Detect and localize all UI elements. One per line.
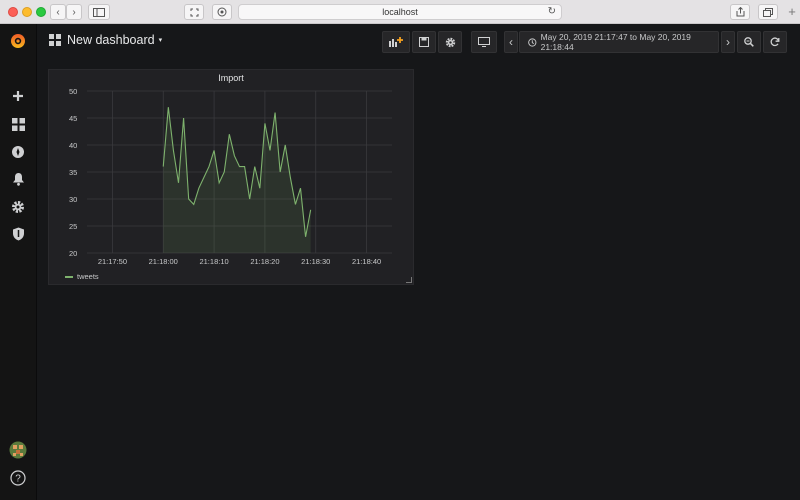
- dashboard-settings-button[interactable]: [438, 31, 462, 53]
- time-range-label: May 20, 2019 21:17:47 to May 20, 2019 21…: [540, 32, 691, 52]
- sidebar: ?: [0, 24, 37, 500]
- tab-overview-button[interactable]: [758, 4, 778, 20]
- close-window-button[interactable]: [8, 7, 18, 17]
- x-tick-label: 21:18:00: [149, 257, 178, 266]
- y-tick-label: 25: [69, 222, 77, 231]
- back-button[interactable]: ‹: [50, 4, 66, 20]
- legend-series-label[interactable]: tweets: [77, 272, 99, 281]
- y-tick-label: 20: [69, 249, 77, 258]
- line-chart: 50 45 40 35 30 25 20 21:17:50 21:18:00 21:18:10 21…: [69, 87, 392, 266]
- reload-icon[interactable]: ↻: [548, 6, 556, 17]
- forward-button[interactable]: ›: [66, 4, 82, 20]
- dashboards-icon[interactable]: [9, 115, 27, 133]
- plus-icon[interactable]: [9, 87, 27, 105]
- dashboard-header: New dashboard ▾ ‹ May 20, 2019 21:17:47 …: [37, 24, 800, 60]
- dashboard-picker[interactable]: New dashboard ▾: [49, 33, 162, 47]
- browser-toolbar: ‹ › localhost ↻ +: [0, 0, 800, 24]
- user-avatar[interactable]: [9, 441, 27, 459]
- time-shift-back-button[interactable]: ‹: [504, 31, 518, 53]
- graph-panel[interactable]: Import 50 45 40 35 30 25 20 21:17:50 21:18:00 21:…: [48, 69, 414, 285]
- sidebar-toggle-button[interactable]: [88, 4, 110, 20]
- refresh-icon: [770, 37, 780, 47]
- bell-icon[interactable]: [9, 170, 27, 188]
- zoom-out-button[interactable]: [737, 31, 761, 53]
- explore-icon[interactable]: [9, 143, 27, 161]
- tv-mode-button[interactable]: [471, 31, 497, 53]
- privacy-report-button[interactable]: [212, 4, 232, 20]
- x-tick-label: 21:18:20: [250, 257, 279, 266]
- y-tick-label: 40: [69, 141, 77, 150]
- x-tick-label: 21:18:30: [301, 257, 330, 266]
- gear-icon[interactable]: [9, 198, 27, 216]
- x-tick-label: 21:17:50: [98, 257, 127, 266]
- legend: tweets: [65, 272, 99, 281]
- chevron-left-icon: ‹: [56, 6, 60, 18]
- refresh-button[interactable]: [763, 31, 787, 53]
- sidebar-icon: [93, 7, 105, 17]
- series-area: [163, 107, 311, 253]
- y-tick-label: 30: [69, 195, 77, 204]
- expand-icon: [190, 8, 198, 16]
- svg-text:?: ?: [15, 474, 21, 485]
- privacy-icon: [217, 7, 227, 17]
- dashboards-icon: [49, 34, 61, 46]
- x-tick-label: 21:18:40: [352, 257, 381, 266]
- time-range-picker[interactable]: May 20, 2019 21:17:47 to May 20, 2019 21…: [519, 31, 719, 53]
- zoom-out-icon: [744, 37, 754, 47]
- shield-icon[interactable]: [9, 225, 27, 243]
- page-title: New dashboard: [67, 33, 155, 47]
- share-button[interactable]: [730, 4, 750, 20]
- monitor-icon: [478, 37, 490, 47]
- y-tick-label: 45: [69, 114, 77, 123]
- y-tick-label: 50: [69, 87, 77, 96]
- save-dashboard-button[interactable]: [412, 31, 436, 53]
- chevron-right-icon: ›: [726, 35, 730, 49]
- minimize-window-button[interactable]: [22, 7, 32, 17]
- x-tick-label: 21:18:10: [199, 257, 228, 266]
- save-icon: [419, 37, 429, 47]
- add-panel-button[interactable]: [382, 31, 410, 53]
- panel-resize-handle[interactable]: [406, 277, 412, 283]
- grafana-logo-icon[interactable]: [9, 32, 27, 50]
- help-icon[interactable]: ?: [9, 469, 27, 487]
- time-shift-forward-button[interactable]: ›: [721, 31, 735, 53]
- address-bar[interactable]: localhost ↻: [238, 4, 562, 20]
- tabs-icon: [763, 7, 773, 17]
- share-icon: [736, 7, 744, 17]
- fullscreen-button[interactable]: [184, 4, 204, 20]
- zoom-window-button[interactable]: [36, 7, 46, 17]
- new-tab-button[interactable]: +: [784, 4, 800, 20]
- caret-down-icon: ▾: [158, 37, 163, 44]
- url-text: localhost: [382, 7, 418, 17]
- chevron-right-icon: ›: [72, 6, 76, 18]
- legend-swatch: [65, 275, 73, 278]
- add-panel-icon: [389, 37, 403, 47]
- clock-icon: [528, 37, 537, 47]
- y-tick-label: 35: [69, 168, 77, 177]
- gear-icon: [445, 37, 455, 47]
- chevron-left-icon: ‹: [509, 35, 513, 49]
